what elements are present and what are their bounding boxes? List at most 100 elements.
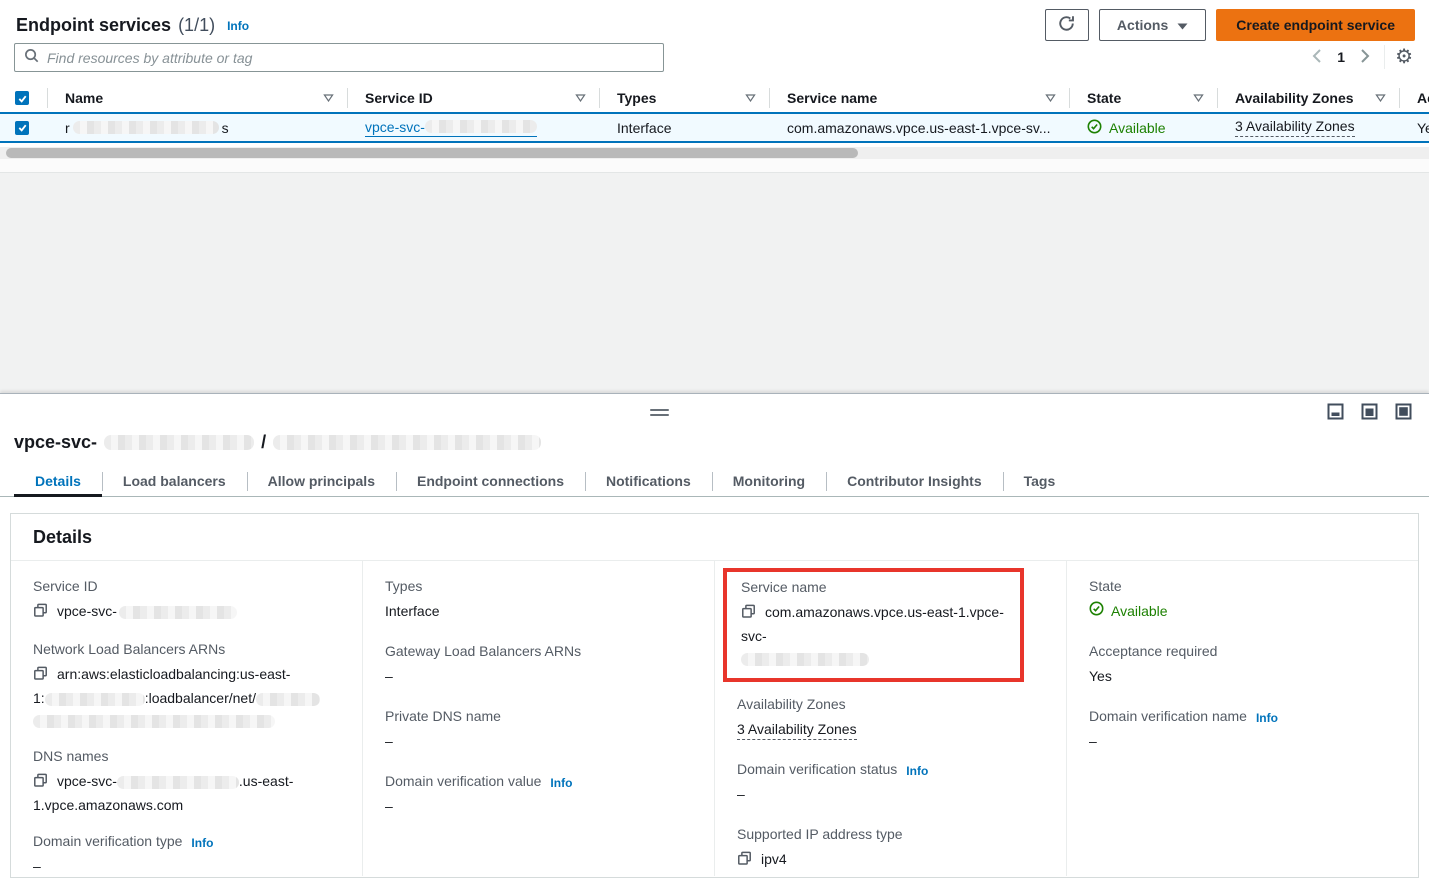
redacted-text bbox=[256, 693, 320, 706]
split-panel-position-controls bbox=[1327, 403, 1412, 420]
select-all-checkbox[interactable] bbox=[15, 91, 29, 105]
sort-icon[interactable] bbox=[323, 94, 334, 102]
availability-zones-popover-link[interactable]: 3 Availability Zones bbox=[1235, 118, 1355, 137]
panel-position-bottom-icon[interactable] bbox=[1327, 403, 1344, 420]
details-card-heading: Details bbox=[11, 514, 1418, 561]
sort-icon[interactable] bbox=[745, 94, 756, 102]
info-link[interactable]: Info bbox=[550, 776, 572, 790]
previous-page-button[interactable] bbox=[1306, 49, 1327, 66]
tab-monitoring[interactable]: Monitoring bbox=[712, 466, 826, 496]
service-id-link[interactable]: vpce-svc- bbox=[365, 119, 537, 137]
tab-load-balancers[interactable]: Load balancers bbox=[102, 466, 247, 496]
settings-gear-icon[interactable]: ⚙ bbox=[1395, 47, 1413, 67]
copy-icon[interactable] bbox=[737, 850, 752, 872]
pagination: 1 ⚙ bbox=[1306, 45, 1413, 69]
redacted-text bbox=[33, 715, 275, 728]
column-header-service-id[interactable]: Service ID bbox=[348, 84, 600, 112]
create-endpoint-service-button[interactable]: Create endpoint service bbox=[1216, 9, 1415, 41]
tab-allow-principals[interactable]: Allow principals bbox=[247, 466, 396, 496]
sort-icon[interactable] bbox=[1045, 94, 1056, 102]
column-header-state[interactable]: State bbox=[1070, 84, 1218, 112]
field-gateway-lb-arns: Gateway Load Balancers ARNs – bbox=[385, 643, 696, 687]
sort-icon[interactable] bbox=[1193, 94, 1204, 102]
service-name-highlight-box: Service name com.amazonaws.vpce.us-east-… bbox=[723, 568, 1024, 682]
split-panel-drag-handle-icon[interactable] bbox=[650, 409, 669, 416]
tab-notifications[interactable]: Notifications bbox=[585, 466, 712, 496]
tab-details[interactable]: Details bbox=[14, 466, 102, 496]
table-row[interactable]: r s vpce-svc- Interface com.amazonaws.vp… bbox=[0, 112, 1429, 143]
panel-position-full-icon[interactable] bbox=[1395, 403, 1412, 420]
field-types: Types Interface bbox=[385, 578, 696, 622]
check-circle-icon bbox=[1089, 600, 1104, 622]
cell-name: r s bbox=[48, 114, 348, 141]
status-badge: Available bbox=[1089, 600, 1168, 622]
column-header-service-name[interactable]: Service name bbox=[770, 84, 1070, 112]
redacted-text bbox=[273, 435, 541, 450]
field-domain-verification-value: Domain verification value Info – bbox=[385, 773, 696, 817]
sort-icon[interactable] bbox=[575, 94, 586, 102]
copy-icon[interactable] bbox=[33, 602, 48, 624]
redacted-text bbox=[741, 653, 869, 666]
header-info-link[interactable]: Info bbox=[227, 19, 249, 33]
details-column-1: Service ID vpce-svc- Network Load Balanc… bbox=[11, 561, 362, 876]
copy-icon[interactable] bbox=[33, 665, 48, 687]
split-panel: vpce-svc- / Details Load balancers Allow… bbox=[0, 393, 1429, 886]
redacted-text bbox=[73, 121, 219, 134]
selected-resource-title: vpce-svc- / bbox=[14, 432, 541, 453]
field-acceptance-required: Acceptance required Yes bbox=[1089, 643, 1400, 687]
actions-button-label: Actions bbox=[1117, 17, 1168, 33]
search-input[interactable]: Find resources by attribute or tag bbox=[14, 43, 664, 72]
redacted-text bbox=[45, 693, 145, 706]
cell-state: Available bbox=[1070, 114, 1218, 141]
cell-acceptance-required: Yes bbox=[1400, 114, 1429, 141]
chevron-down-icon bbox=[1177, 17, 1188, 33]
table-card-bottom bbox=[0, 159, 1429, 173]
cell-service-name: com.amazonaws.vpce.us-east-1.vpce-sv... bbox=[770, 114, 1070, 141]
info-link[interactable]: Info bbox=[1256, 711, 1278, 725]
copy-icon[interactable] bbox=[741, 603, 756, 625]
horizontal-scrollbar[interactable] bbox=[0, 147, 1429, 159]
cell-service-id: vpce-svc- bbox=[348, 114, 600, 141]
redacted-text bbox=[425, 120, 537, 133]
field-domain-verification-type: Domain verification type Info – bbox=[33, 833, 344, 876]
column-header-availability-zones[interactable]: Availability Zones bbox=[1218, 84, 1400, 112]
chevron-right-icon bbox=[1361, 49, 1370, 66]
sort-icon[interactable] bbox=[1375, 94, 1386, 102]
field-service-id: Service ID vpce-svc- bbox=[33, 578, 344, 624]
check-circle-icon bbox=[1087, 119, 1102, 137]
column-header-types[interactable]: Types bbox=[600, 84, 770, 112]
endpoint-services-table: Name Service ID Types Service name State… bbox=[0, 84, 1429, 143]
scrollbar-thumb[interactable] bbox=[6, 148, 858, 158]
select-all-cell bbox=[0, 84, 48, 112]
redacted-text bbox=[117, 776, 239, 789]
field-private-dns-name: Private DNS name – bbox=[385, 708, 696, 752]
status-badge: Available bbox=[1087, 119, 1166, 137]
info-link[interactable]: Info bbox=[906, 764, 928, 778]
field-service-name: Service name com.amazonaws.vpce.us-east-… bbox=[741, 579, 1012, 669]
column-header-acceptance-required[interactable]: Acceptance required bbox=[1400, 84, 1429, 112]
search-placeholder: Find resources by attribute or tag bbox=[47, 50, 252, 66]
field-domain-verification-name: Domain verification name Info – bbox=[1089, 708, 1400, 752]
list-header: Endpoint services (1/1) Info Actions Cre… bbox=[16, 8, 1415, 42]
tab-endpoint-connections[interactable]: Endpoint connections bbox=[396, 466, 585, 496]
current-page-button[interactable]: 1 bbox=[1327, 49, 1355, 65]
row-checkbox[interactable] bbox=[15, 121, 29, 135]
panel-position-half-icon[interactable] bbox=[1361, 403, 1378, 420]
copy-icon[interactable] bbox=[33, 772, 48, 794]
actions-button[interactable]: Actions bbox=[1099, 9, 1206, 41]
column-header-name[interactable]: Name bbox=[48, 84, 348, 112]
refresh-button[interactable] bbox=[1045, 9, 1089, 41]
info-link[interactable]: Info bbox=[191, 836, 213, 850]
field-nlb-arns: Network Load Balancers ARNs arn:aws:elas… bbox=[33, 641, 344, 731]
details-card-body: Service ID vpce-svc- Network Load Balanc… bbox=[11, 561, 1418, 876]
cell-types: Interface bbox=[600, 114, 770, 141]
redacted-text bbox=[104, 435, 254, 450]
next-page-button[interactable] bbox=[1355, 49, 1376, 66]
pagination-divider bbox=[1384, 45, 1385, 69]
availability-zones-popover-link[interactable]: 3 Availability Zones bbox=[737, 721, 857, 740]
field-supported-ip-type: Supported IP address type ipv4 bbox=[737, 826, 1048, 872]
cell-availability-zones: 3 Availability Zones bbox=[1218, 114, 1400, 141]
tab-tags[interactable]: Tags bbox=[1003, 466, 1077, 496]
endpoint-services-page: Endpoint services (1/1) Info Actions Cre… bbox=[0, 0, 1429, 886]
tab-contributor-insights[interactable]: Contributor Insights bbox=[826, 466, 1003, 496]
